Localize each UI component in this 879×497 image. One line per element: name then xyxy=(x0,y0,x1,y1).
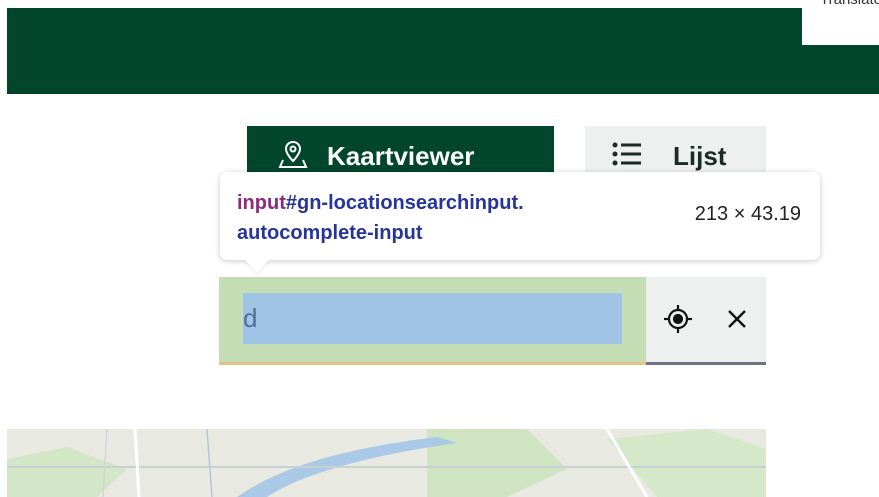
selector-tag: input xyxy=(237,192,286,214)
translate-widget[interactable]: Translate xyxy=(802,0,879,45)
selector-id-class: #gn-locationsearchinput. xyxy=(285,192,524,214)
location-search-input[interactable] xyxy=(243,293,622,344)
site-header xyxy=(7,8,879,94)
selector-class: autocomplete-input xyxy=(237,222,423,244)
map-preview[interactable] xyxy=(7,429,766,497)
map-viewer-label: Kaartviewer xyxy=(327,140,475,171)
list-icon xyxy=(611,140,643,173)
tooltip-arrow xyxy=(244,259,270,273)
list-view-label: Lijst xyxy=(673,140,727,171)
locate-button[interactable] xyxy=(660,303,696,339)
crosshair-icon xyxy=(663,304,693,339)
translate-label: Translate xyxy=(820,0,879,8)
close-icon xyxy=(725,307,749,336)
element-dimensions: 213 × 43.19 xyxy=(694,203,801,225)
clear-button[interactable] xyxy=(719,303,755,339)
location-search xyxy=(219,277,766,365)
element-selector: input#gn-locationsearchinput. autocomple… xyxy=(237,188,524,248)
devtools-inspect-tooltip: input#gn-locationsearchinput. autocomple… xyxy=(220,172,820,273)
search-actions xyxy=(646,277,766,365)
search-input-highlight xyxy=(219,277,646,365)
map-pin-icon xyxy=(277,138,309,175)
